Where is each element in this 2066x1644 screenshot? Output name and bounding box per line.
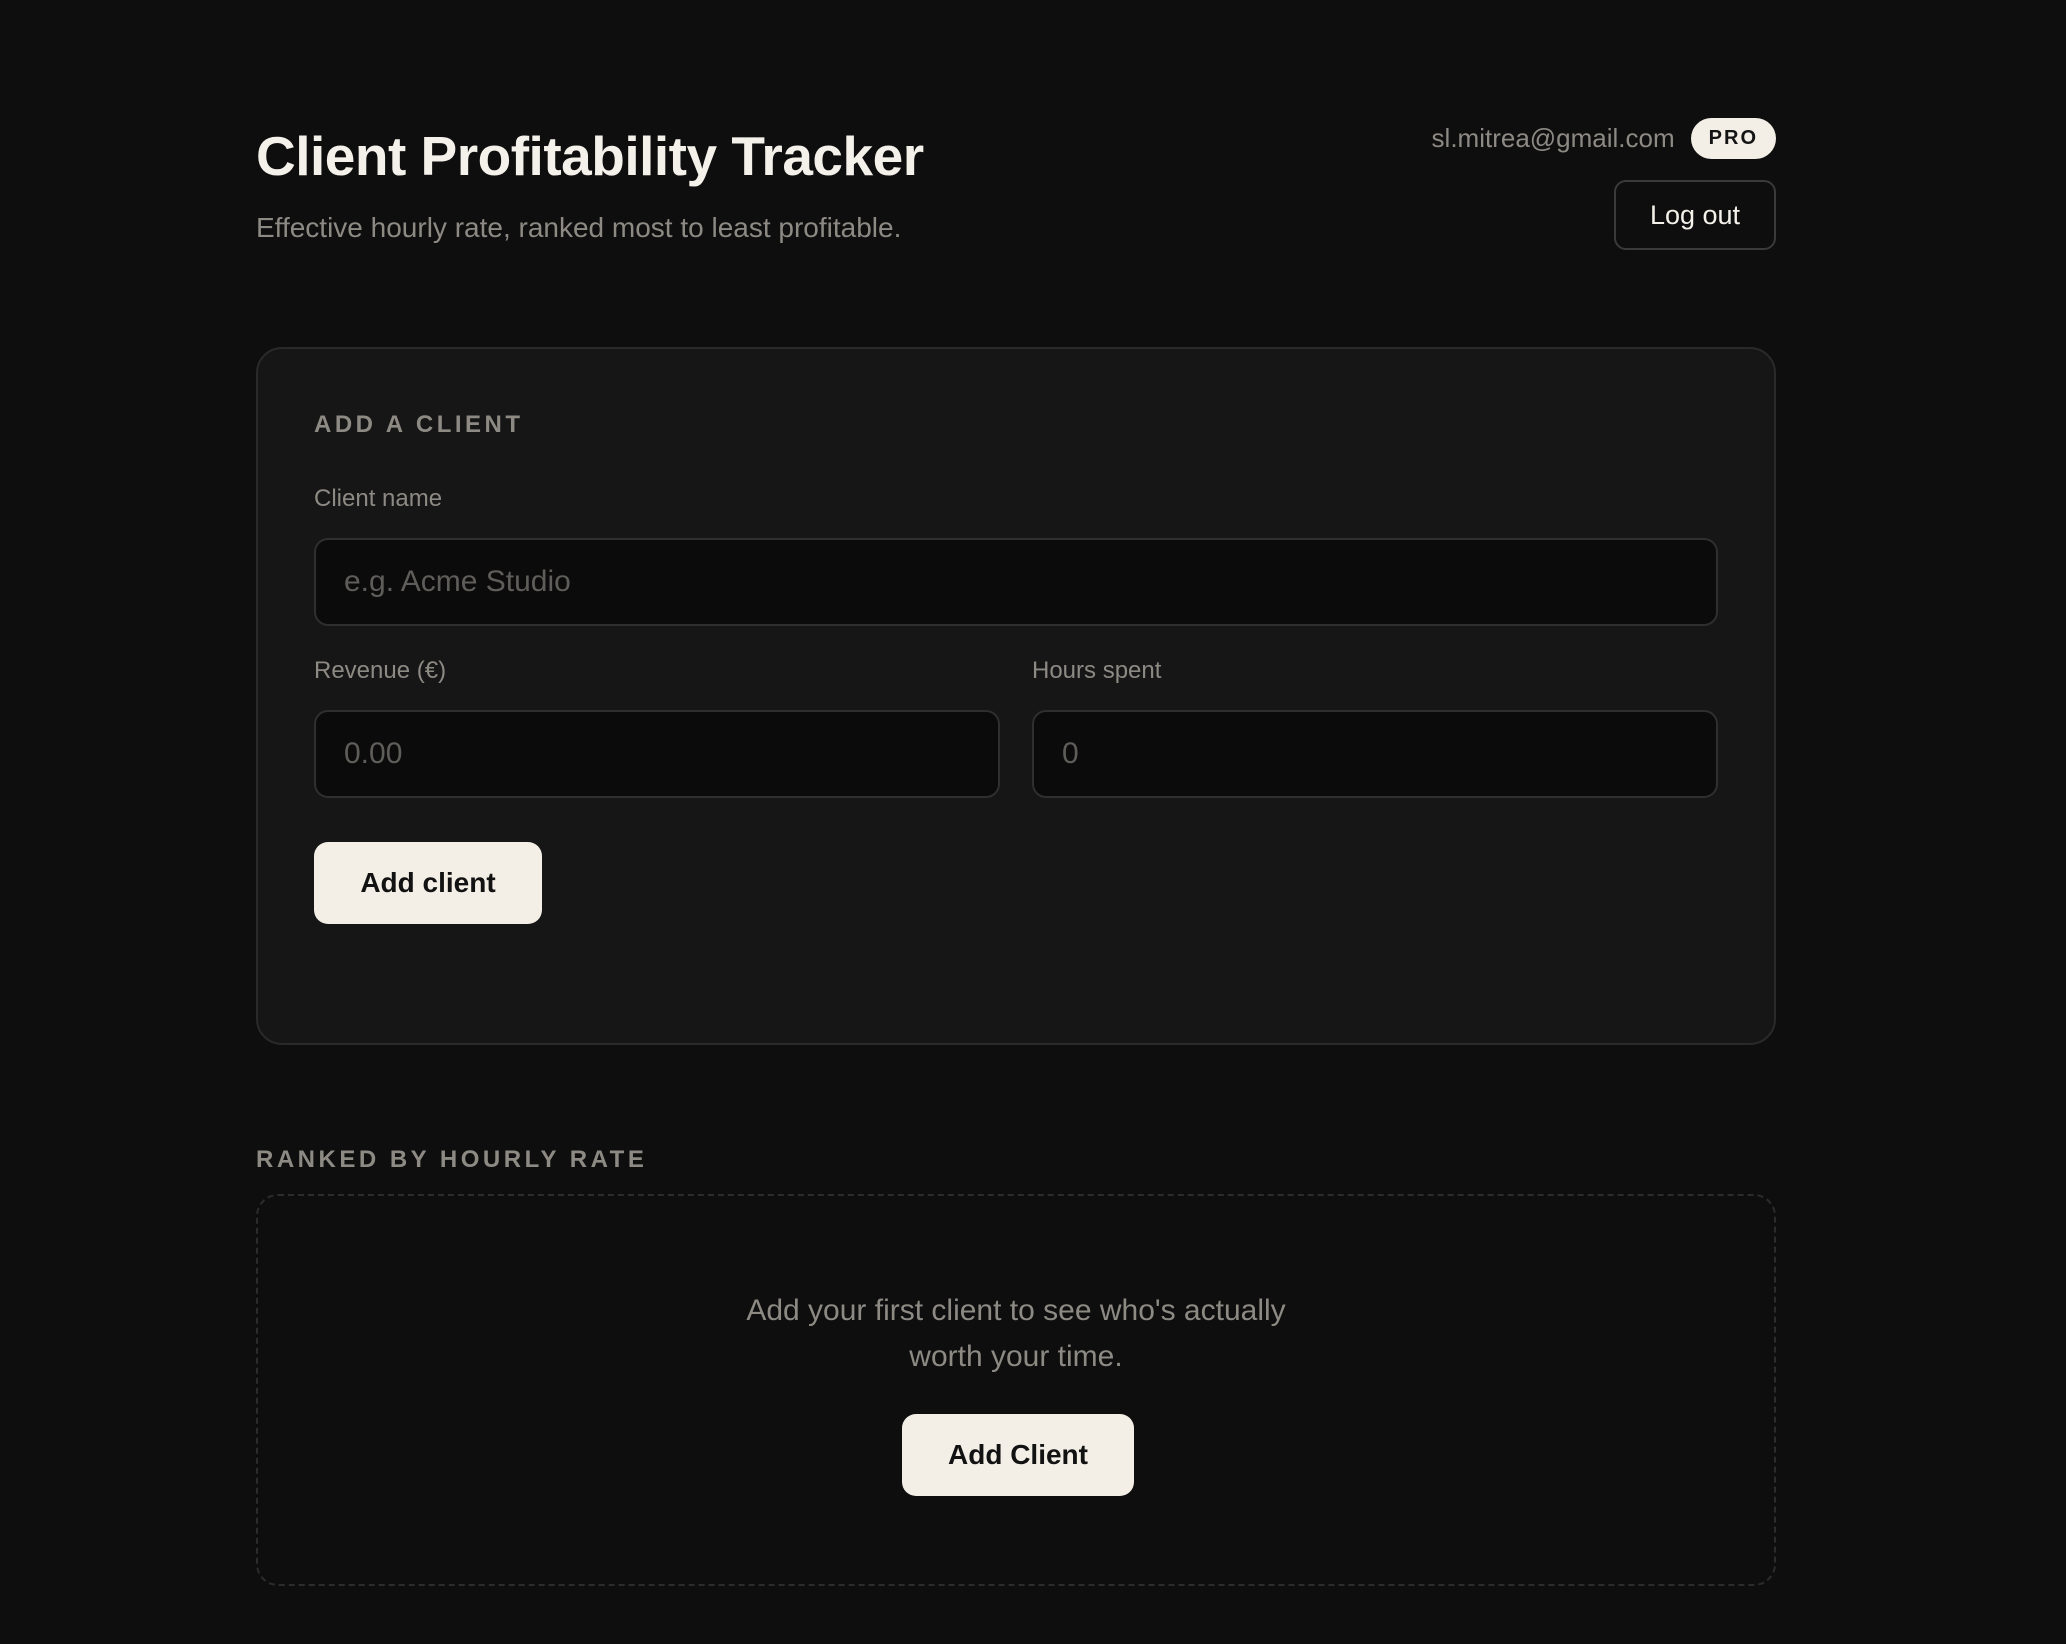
hours-label: Hours spent (1032, 657, 1162, 684)
revenue-input[interactable] (314, 710, 1000, 798)
revenue-label: Revenue (€) (314, 657, 447, 684)
page-subtitle: Effective hourly rate, ranked most to le… (256, 212, 902, 243)
hours-input[interactable] (1032, 710, 1718, 798)
empty-state-message: Add your first client to see who's actua… (258, 1288, 1774, 1380)
ranking-empty-state: Add your first client to see who's actua… (256, 1194, 1776, 1586)
page-title: Client Profitability Tracker (256, 125, 924, 187)
client-name-input[interactable] (314, 538, 1718, 626)
empty-state-add-client-button[interactable]: Add Client (902, 1414, 1134, 1496)
page: Client Profitability Tracker Effective h… (256, 0, 1776, 1586)
page-header: Client Profitability Tracker Effective h… (256, 0, 1776, 340)
logout-button[interactable]: Log out (1614, 180, 1776, 250)
empty-state-line-2: worth your time. (909, 1340, 1123, 1373)
plan-badge: PRO (1690, 118, 1776, 159)
client-name-label: Client name (314, 485, 443, 512)
add-client-card: ADD A CLIENT Client name Revenue (€) Hou… (256, 347, 1776, 1045)
user-email: sl.mitrea@gmail.com (1431, 123, 1675, 153)
empty-state-line-1: Add your first client to see who's actua… (746, 1294, 1286, 1327)
add-client-heading: ADD A CLIENT (314, 411, 524, 438)
user-info: sl.mitrea@gmail.com PRO (1432, 118, 1776, 159)
ranking-heading: RANKED BY HOURLY RATE (256, 1146, 648, 1173)
add-client-button[interactable]: Add client (314, 842, 542, 924)
